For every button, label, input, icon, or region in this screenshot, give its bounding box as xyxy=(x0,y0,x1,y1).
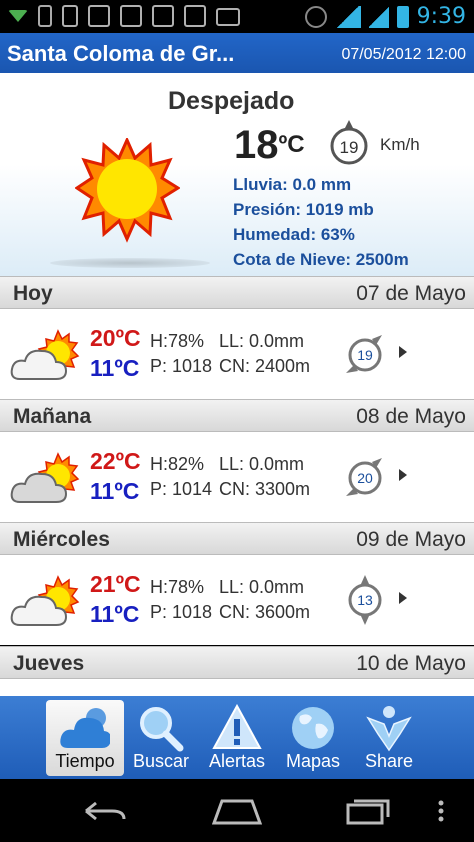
battery-icon xyxy=(396,5,409,28)
status-bar: 9:39 xyxy=(0,0,474,33)
min-temp: 11ºC xyxy=(90,478,140,504)
day-row[interactable]: 20ºC 11ºC H:78% P: 1018 LL: 0.0mm CN: 24… xyxy=(0,309,474,399)
humidity-info: Humedad: 63% xyxy=(233,225,355,244)
globe-icon xyxy=(292,707,334,749)
day-row[interactable]: 22ºC 11ºC H:82% P: 1014 LL: 0.0mm CN: 33… xyxy=(0,432,474,522)
day-date: 07 de Mayo xyxy=(356,282,466,305)
nav-tiempo[interactable]: Tiempo xyxy=(46,700,124,776)
download-icon xyxy=(8,10,28,22)
day-date: 08 de Mayo xyxy=(356,405,466,428)
nav-alertas[interactable]: Alertas xyxy=(198,700,276,776)
rain: LL: 0.0mm xyxy=(219,577,305,597)
task-check-icon xyxy=(120,5,142,27)
back-icon[interactable] xyxy=(82,797,128,825)
max-temp: 21ºC xyxy=(90,571,141,597)
task-check-icon-3 xyxy=(184,5,206,27)
forecast-datetime: 07/05/2012 12:00 xyxy=(341,46,466,63)
nav-mapas[interactable]: Mapas xyxy=(274,700,352,776)
day-row xyxy=(0,679,474,696)
max-temp: 22ºC xyxy=(90,448,141,474)
day-name: Jueves xyxy=(13,652,85,675)
alert-icon xyxy=(212,704,262,749)
signal-icon xyxy=(368,5,389,28)
nav-label: Mapas xyxy=(285,751,341,771)
location-title[interactable]: Santa Coloma de Gr... xyxy=(7,41,234,67)
day-header: Hoy 07 de Mayo xyxy=(0,276,474,309)
temp-unit: ºC xyxy=(278,131,305,158)
share-icon xyxy=(366,706,412,752)
weather-cloud-icon xyxy=(60,708,110,748)
chevron-right-icon[interactable] xyxy=(399,592,407,604)
current-temperature: 18ºC xyxy=(234,123,305,168)
gmail-icon xyxy=(216,8,240,26)
pressure-info: Presión: 1019 mb xyxy=(233,200,374,219)
max-temp: 20ºC xyxy=(90,325,141,351)
bottom-nav: Tiempo Buscar Alertas Mapas Share xyxy=(0,696,474,779)
snow-level: CN: 2400m xyxy=(219,356,311,376)
recent-apps-icon[interactable] xyxy=(344,797,392,825)
search-icon xyxy=(140,707,184,752)
wind-speed: 20 xyxy=(357,470,373,486)
usb-icon xyxy=(38,5,52,27)
temp-value: 18 xyxy=(234,123,279,167)
rain: LL: 0.0mm xyxy=(219,331,305,351)
current-weather-panel: Despejado 18ºC 19 Km/h Lluvia: 0.0 mm Pr… xyxy=(0,73,474,276)
nav-label: Buscar xyxy=(132,751,190,771)
nav-label: Alertas xyxy=(208,751,266,771)
sun-cloud-icon xyxy=(10,575,80,630)
menu-overflow-icon[interactable] xyxy=(436,797,446,825)
title-bar: Santa Coloma de Gr... 07/05/2012 12:00 xyxy=(0,33,474,73)
wind-compass-icon: 13 xyxy=(342,575,388,625)
day-header: Mañana 08 de Mayo xyxy=(0,399,474,432)
sun-cloud-icon xyxy=(10,452,80,507)
wind-speed: 13 xyxy=(357,592,373,608)
wifi-icon xyxy=(334,5,361,28)
nav-label: Share xyxy=(364,751,414,771)
humidity: H:78% xyxy=(150,331,205,351)
chevron-right-icon[interactable] xyxy=(399,346,407,358)
nav-label: Tiempo xyxy=(55,751,115,771)
day-header: Jueves 10 de Mayo xyxy=(0,646,474,679)
pressure: P: 1018 xyxy=(150,356,213,376)
humidity: H:82% xyxy=(150,454,205,474)
day-row[interactable]: 21ºC 11ºC H:78% P: 1018 LL: 0.0mm CN: 36… xyxy=(0,555,474,645)
mute-icon xyxy=(304,5,327,28)
wind-unit: Km/h xyxy=(380,135,420,154)
snow-level: CN: 3300m xyxy=(219,479,311,499)
day-header: Miércoles 09 de Mayo xyxy=(0,522,474,555)
sun-cloud-icon xyxy=(10,329,80,384)
sun-shadow xyxy=(50,258,210,268)
snow-level-info: Cota de Nieve: 2500m xyxy=(233,250,409,269)
sun-icon xyxy=(74,136,181,243)
android-debug-icon xyxy=(62,5,78,27)
min-temp: 11ºC xyxy=(90,601,140,627)
status-time: 9:39 xyxy=(416,4,466,29)
system-nav-bar xyxy=(0,779,474,842)
humidity: H:78% xyxy=(150,577,205,597)
pressure: P: 1014 xyxy=(150,479,213,499)
wind-compass-icon: 19 xyxy=(328,120,370,168)
chevron-right-icon[interactable] xyxy=(399,469,407,481)
min-temp: 11ºC xyxy=(90,355,140,381)
day-date: 10 de Mayo xyxy=(356,652,466,675)
image-icon xyxy=(88,5,110,27)
wind-speed: 19 xyxy=(357,347,373,363)
day-name: Hoy xyxy=(13,282,53,305)
home-icon[interactable] xyxy=(212,797,262,825)
rain-info: Lluvia: 0.0 mm xyxy=(233,175,352,194)
day-name: Miércoles xyxy=(13,528,110,551)
wind-compass-icon: 19 xyxy=(342,329,388,379)
current-condition: Despejado xyxy=(168,87,295,115)
nav-buscar[interactable]: Buscar xyxy=(122,700,200,776)
nav-share[interactable]: Share xyxy=(350,700,428,776)
pressure: P: 1018 xyxy=(150,602,213,622)
wind-compass-icon: 20 xyxy=(342,452,388,502)
task-check-icon-2 xyxy=(152,5,174,27)
wind-speed: 19 xyxy=(340,138,359,157)
rain: LL: 0.0mm xyxy=(219,454,305,474)
day-date: 09 de Mayo xyxy=(356,528,466,551)
snow-level: CN: 3600m xyxy=(219,602,311,622)
day-name: Mañana xyxy=(13,405,92,428)
